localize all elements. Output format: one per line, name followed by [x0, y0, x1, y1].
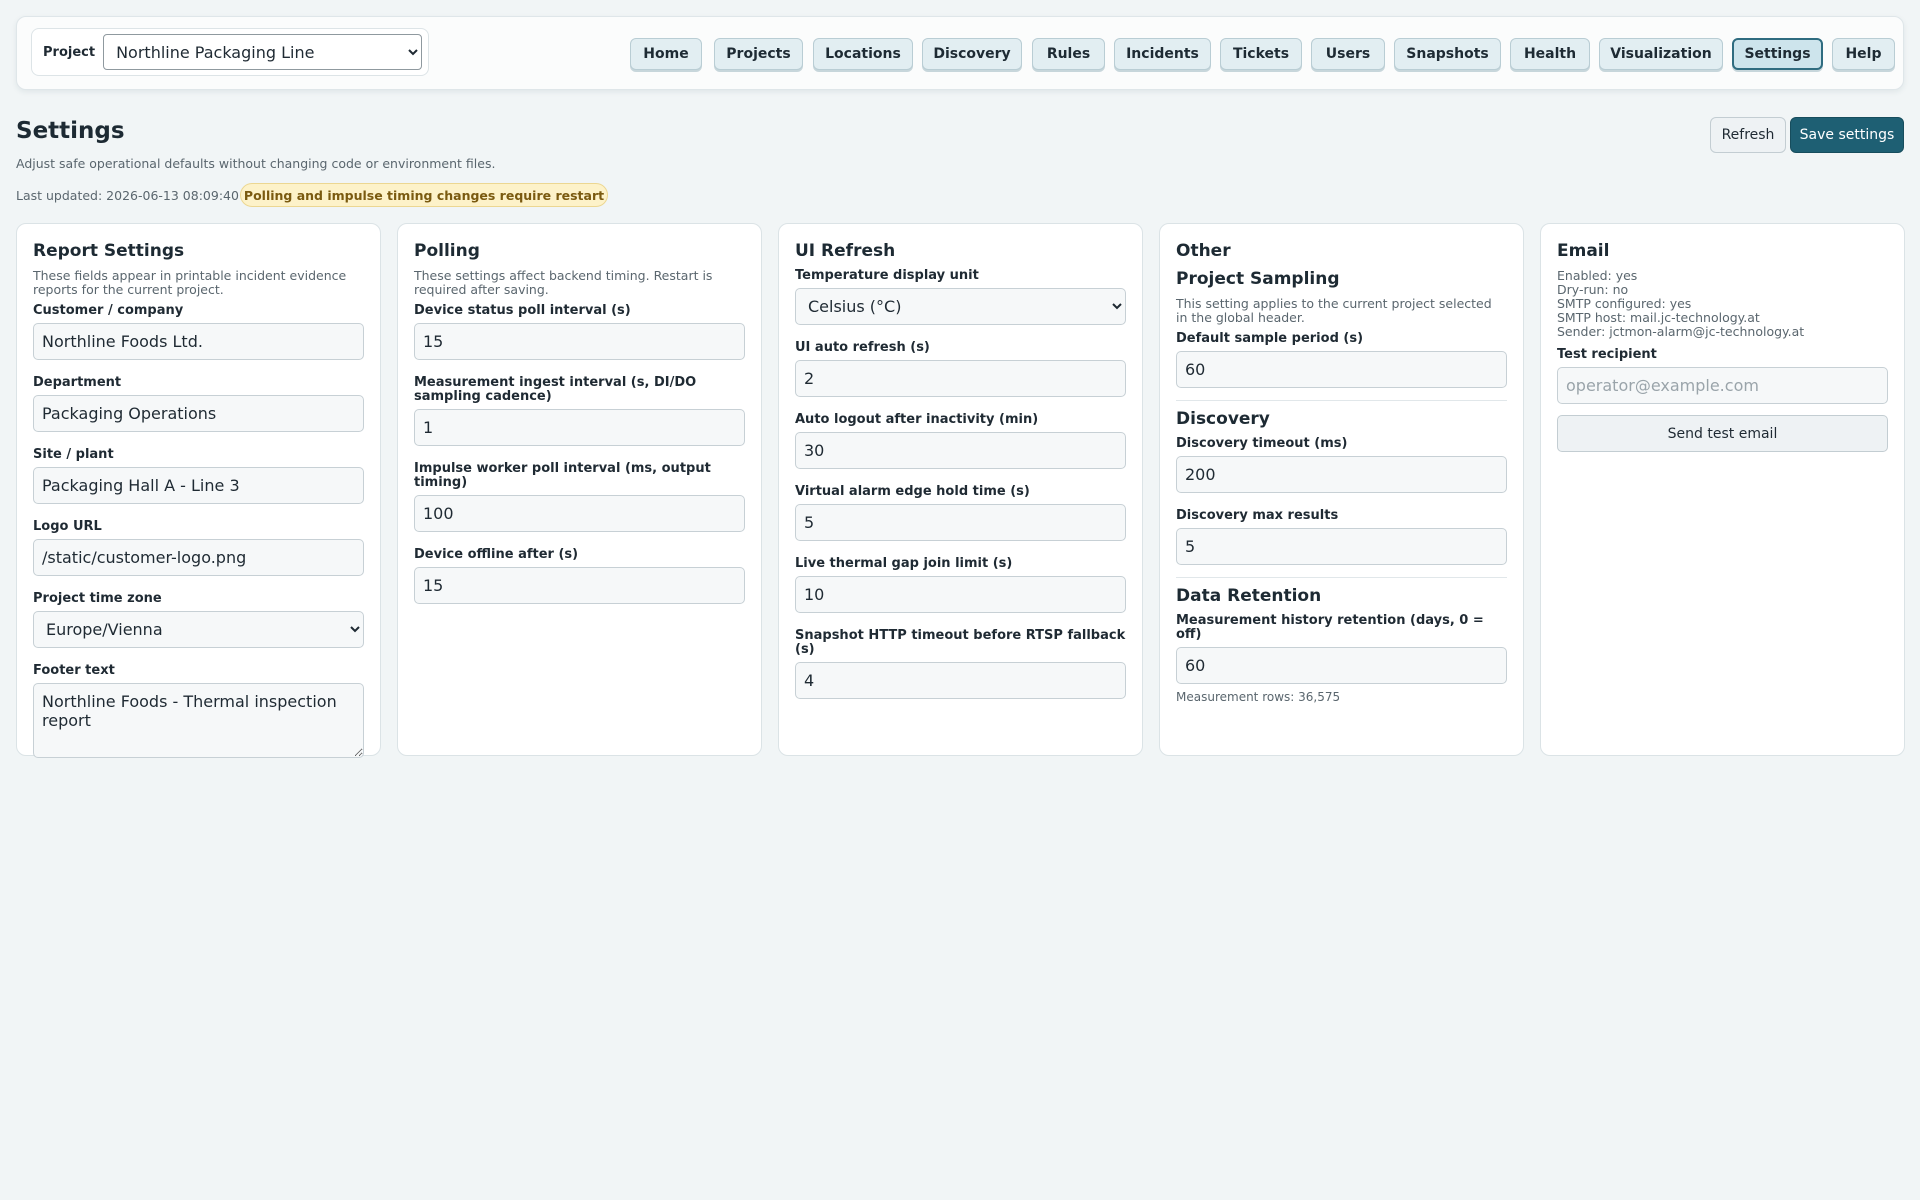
site-label: Site / plant: [33, 447, 114, 462]
data-retention-title: Data Retention: [1176, 586, 1322, 606]
temp-unit-label: Temperature display unit: [795, 268, 979, 283]
gap-join-label: Live thermal gap join limit (s): [795, 556, 1013, 571]
project-selector-box: Project Northline Packaging Line: [31, 28, 429, 76]
retention-input[interactable]: [1176, 647, 1507, 684]
discovery-section-title: Discovery: [1176, 409, 1270, 429]
auto-refresh-input[interactable]: [795, 360, 1126, 397]
email-status-block: Enabled: yes Dry-run: no SMTP configured…: [1557, 269, 1888, 339]
retention-label: Measurement history retention (days, 0 =…: [1176, 613, 1484, 642]
logo-url-label: Logo URL: [33, 519, 102, 534]
logo-url-input[interactable]: [33, 539, 364, 576]
status-poll-label: Device status poll interval (s): [414, 303, 631, 318]
department-input[interactable]: [33, 395, 364, 432]
ingest-interval-input[interactable]: [414, 409, 745, 446]
other-title: Other: [1176, 241, 1231, 261]
other-card: Other Project Sampling This setting appl…: [1159, 223, 1524, 756]
refresh-button[interactable]: Refresh: [1710, 117, 1786, 153]
snapshot-timeout-input[interactable]: [795, 662, 1126, 699]
nav-snapshots[interactable]: Snapshots: [1394, 38, 1501, 70]
polling-title: Polling: [414, 241, 480, 261]
project-select[interactable]: Northline Packaging Line: [103, 34, 423, 70]
ui-refresh-title: UI Refresh: [795, 241, 896, 261]
gap-join-input[interactable]: [795, 576, 1126, 613]
temp-unit-select[interactable]: Celsius (°C): [795, 288, 1126, 325]
nav-discovery[interactable]: Discovery: [922, 38, 1022, 70]
smtp-host: SMTP host: mail.jc-technology.at: [1557, 310, 1760, 325]
auto-logout-input[interactable]: [795, 432, 1126, 469]
nav-rules[interactable]: Rules: [1032, 38, 1105, 70]
device-offline-input[interactable]: [414, 567, 745, 604]
department-label: Department: [33, 375, 122, 390]
sample-period-input[interactable]: [1176, 351, 1507, 388]
timezone-select[interactable]: Europe/Vienna: [33, 611, 364, 648]
discovery-max-input[interactable]: [1176, 528, 1507, 565]
last-updated: Last updated: 2026-06-13 08:09:40: [16, 188, 239, 203]
nav-locations[interactable]: Locations: [813, 38, 913, 70]
sample-period-label: Default sample period (s): [1176, 331, 1364, 346]
test-recipient-input[interactable]: [1557, 367, 1888, 404]
polling-card: Polling These settings affect backend ti…: [397, 223, 762, 756]
smtp-configured-status: SMTP configured: yes: [1557, 296, 1692, 311]
report-settings-title: Report Settings: [33, 241, 185, 261]
impulse-poll-label: Impulse worker poll interval (ms, output…: [414, 461, 711, 490]
project-sampling-title: Project Sampling: [1176, 269, 1340, 289]
polling-description: These settings affect backend timing. Re…: [414, 268, 713, 297]
discovery-timeout-label: Discovery timeout (ms): [1176, 436, 1348, 451]
impulse-poll-input[interactable]: [414, 495, 745, 532]
edge-hold-input[interactable]: [795, 504, 1126, 541]
ui-refresh-card: UI Refresh Temperature display unit Cels…: [778, 223, 1143, 756]
device-offline-label: Device offline after (s): [414, 547, 579, 562]
edge-hold-label: Virtual alarm edge hold time (s): [795, 484, 1030, 499]
snapshot-timeout-label: Snapshot HTTP timeout before RTSP fallba…: [795, 628, 1126, 657]
section-divider: [1176, 577, 1507, 578]
discovery-timeout-input[interactable]: [1176, 456, 1507, 493]
project-sampling-description: This setting applies to the current proj…: [1176, 296, 1492, 325]
ingest-interval-label: Measurement ingest interval (s, DI/DO sa…: [414, 375, 697, 404]
restart-warning-badge: Polling and impulse timing changes requi…: [240, 183, 608, 207]
nav-incidents[interactable]: Incidents: [1114, 38, 1211, 70]
section-divider: [1176, 400, 1507, 401]
project-label: Project: [43, 44, 96, 60]
top-bar: Project Northline Packaging Line Home Pr…: [16, 16, 1904, 90]
save-settings-button[interactable]: Save settings: [1790, 117, 1904, 153]
nav-visualization[interactable]: Visualization: [1599, 38, 1723, 70]
send-test-email-button[interactable]: Send test email: [1557, 415, 1888, 452]
nav-home[interactable]: Home: [630, 38, 702, 70]
customer-input[interactable]: [33, 323, 364, 360]
email-dry-run-status: Dry-run: no: [1557, 282, 1629, 297]
report-settings-card: Report Settings These fields appear in p…: [16, 223, 381, 758]
nav-settings[interactable]: Settings: [1732, 38, 1823, 70]
page-subtitle: Adjust safe operational defaults without…: [16, 156, 496, 171]
email-title: Email: [1557, 241, 1610, 261]
footer-text-input[interactable]: Northline Foods - Thermal inspection rep…: [33, 683, 364, 758]
nav-users[interactable]: Users: [1311, 38, 1385, 70]
page-title: Settings: [16, 118, 125, 144]
report-settings-description: These fields appear in printable inciden…: [33, 268, 347, 297]
email-sender: Sender: jctmon-alarm@jc-technology.at: [1557, 324, 1805, 339]
measurement-rows-note: Measurement rows: 36,575: [1176, 690, 1341, 704]
site-input[interactable]: [33, 467, 364, 504]
footer-text-label: Footer text: [33, 663, 115, 678]
timezone-label: Project time zone: [33, 591, 162, 606]
nav-projects[interactable]: Projects: [714, 38, 803, 70]
nav-tickets[interactable]: Tickets: [1220, 38, 1302, 70]
test-recipient-label: Test recipient: [1557, 347, 1657, 362]
status-poll-input[interactable]: [414, 323, 745, 360]
email-card: Email Enabled: yes Dry-run: no SMTP conf…: [1540, 223, 1905, 756]
auto-refresh-label: UI auto refresh (s): [795, 340, 930, 355]
auto-logout-label: Auto logout after inactivity (min): [795, 412, 1039, 427]
discovery-max-label: Discovery max results: [1176, 508, 1339, 523]
nav-help[interactable]: Help: [1832, 38, 1895, 70]
email-enabled-status: Enabled: yes: [1557, 268, 1638, 283]
nav-health[interactable]: Health: [1510, 38, 1590, 70]
customer-label: Customer / company: [33, 303, 184, 318]
